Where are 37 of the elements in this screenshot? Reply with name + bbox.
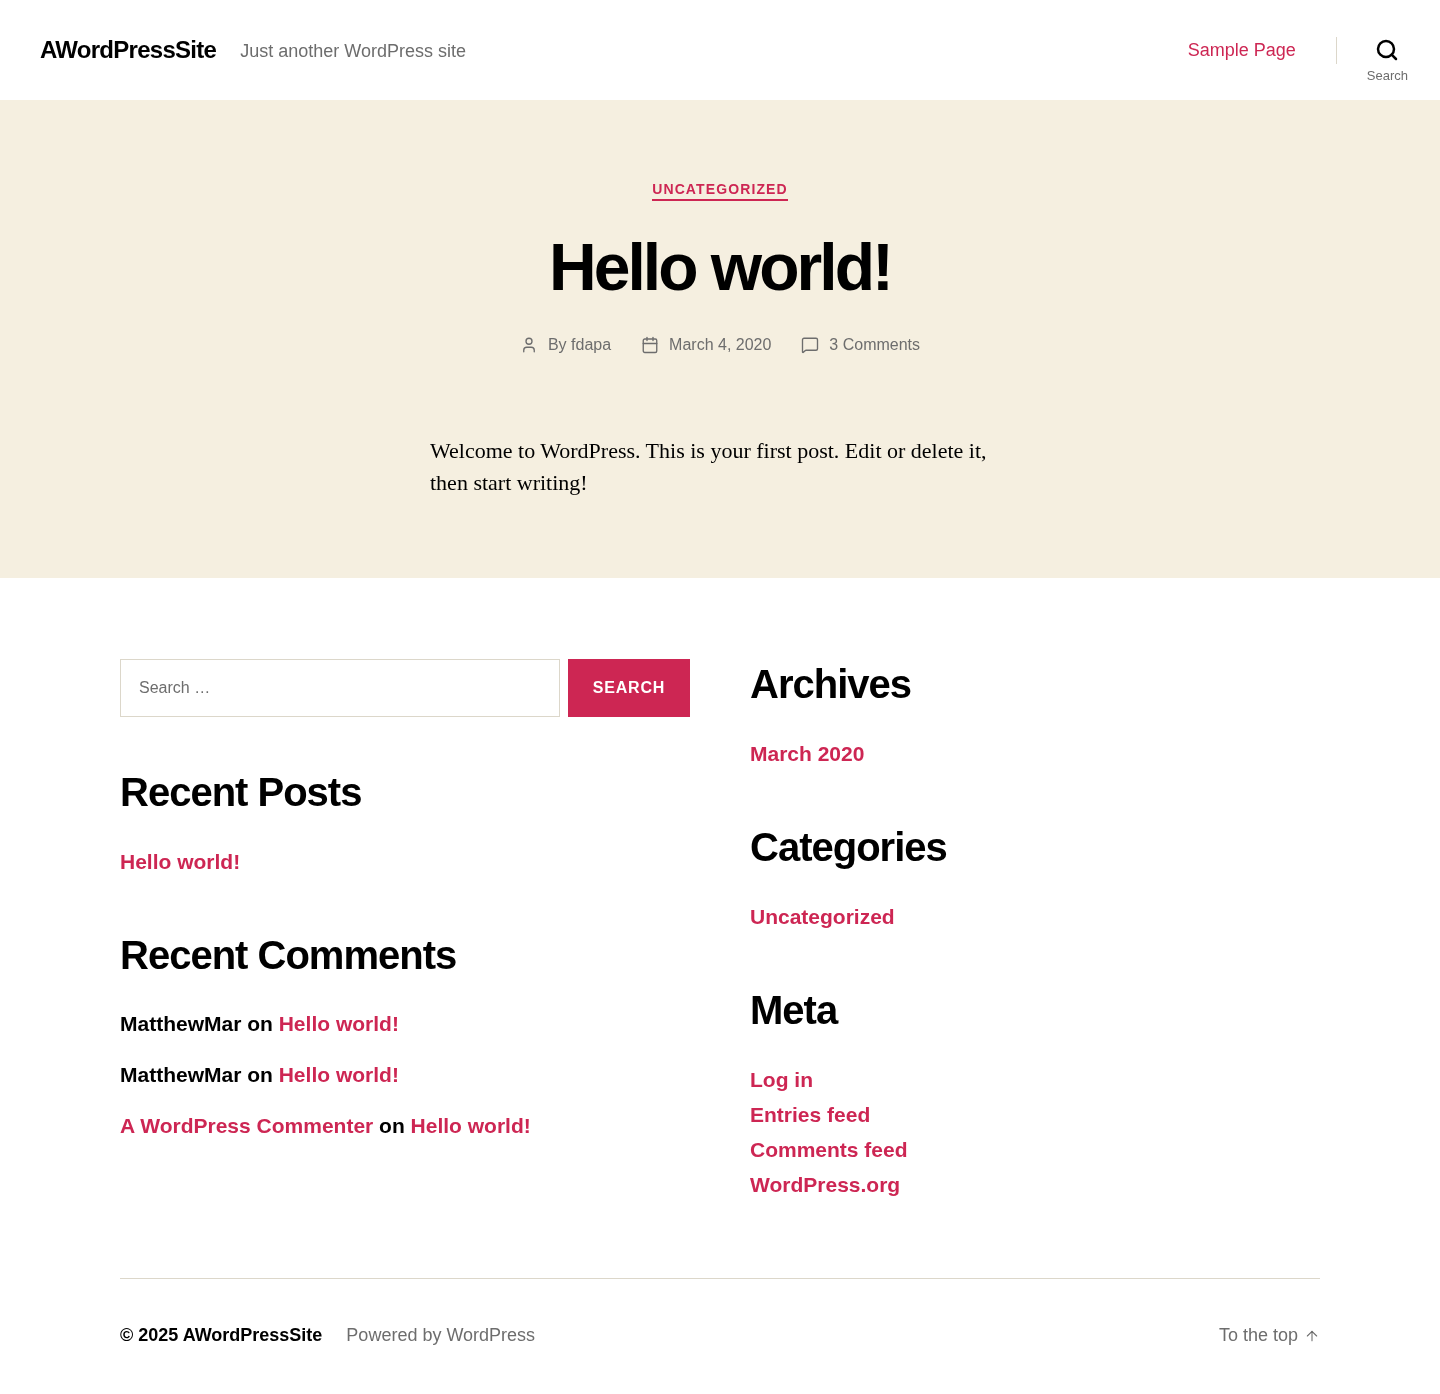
widget-link[interactable]: Entries feed — [750, 1103, 871, 1126]
calendar-icon — [641, 336, 660, 354]
post-link[interactable]: Hello world! — [278, 1063, 399, 1086]
speech-bubble-icon — [801, 336, 820, 354]
recent-comment: A WordPress Commenter on Hello world! — [120, 1113, 531, 1139]
widget-link[interactable]: March 2020 — [750, 742, 865, 765]
to-top-link[interactable]: To the top — [1218, 1322, 1320, 1349]
footer-copyright: © 2025 AWordPressSite — [120, 1324, 323, 1347]
post-meta-link[interactable]: 3 Comments — [829, 333, 921, 357]
post-link[interactable]: Hello world! — [278, 1012, 399, 1035]
post-body: Welcome to WordPress. This is your first post. Edit or delete it, then start writing! — [430, 437, 988, 497]
recent-comment: MatthewMar on Hello world! — [120, 1062, 399, 1088]
post-title: Hello world! — [549, 234, 891, 300]
widget-link[interactable]: Log in — [750, 1068, 813, 1091]
search-toggle[interactable]: Search — [1366, 38, 1408, 83]
post-link[interactable]: Hello world! — [410, 1114, 531, 1137]
widget-heading: Categories — [750, 824, 948, 871]
powered-by-link[interactable]: Powered by WordPress — [346, 1322, 536, 1349]
search-button[interactable]: SEARCH — [568, 659, 690, 717]
author-link[interactable]: A WordPress Commenter — [120, 1114, 374, 1137]
site-title[interactable]: AWordPressSite — [40, 32, 217, 68]
post-meta-link[interactable]: March 4, 2020 — [669, 333, 772, 357]
widget-heading: Archives — [750, 661, 912, 708]
widget-link[interactable]: WordPress.org — [750, 1173, 901, 1196]
widget-heading: Recent Comments — [120, 932, 458, 979]
search-field[interactable]: Search … — [120, 659, 560, 717]
widget-link[interactable]: Hello world! — [120, 850, 241, 873]
widget-link[interactable]: Comments feed — [750, 1138, 908, 1161]
search-icon — [1375, 38, 1400, 62]
widget-link[interactable]: Uncategorized — [750, 905, 895, 928]
widget-heading: Recent Posts — [120, 769, 363, 816]
site-tagline: Just another WordPress site — [240, 39, 466, 63]
recent-comment: MatthewMar on Hello world! — [120, 1011, 399, 1037]
widget-heading: Meta — [750, 987, 839, 1034]
post-meta-link[interactable]: By fdapa — [547, 333, 612, 357]
nav-link[interactable]: Sample Page — [1187, 36, 1296, 64]
category-link[interactable]: UNCATEGORIZED — [652, 179, 788, 201]
